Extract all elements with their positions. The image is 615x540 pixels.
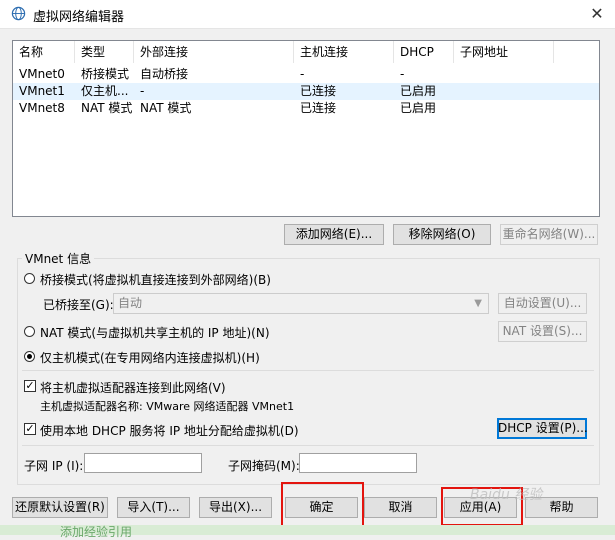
rename-network-button[interactable]: 重命名网络(W)...	[500, 224, 598, 245]
host-only-mode-radio[interactable]	[24, 351, 35, 362]
bridged-mode-radio[interactable]	[24, 273, 35, 284]
divider	[22, 370, 594, 371]
cell-dhcp: 已启用	[400, 84, 437, 98]
bridged-to-select[interactable]: 自动 ▼	[113, 293, 489, 314]
table-row[interactable]: VMnet0 桥接模式 自动桥接 - -	[13, 66, 599, 83]
nat-settings-button[interactable]: NAT 设置(S)...	[498, 321, 587, 342]
column-header-host[interactable]: 主机连接	[294, 41, 394, 63]
subnet-mask-field[interactable]	[299, 453, 417, 473]
subnet-ip-field[interactable]	[84, 453, 202, 473]
cell-host: -	[300, 67, 305, 81]
column-header-subnet[interactable]: 子网地址	[454, 41, 554, 63]
highlight-box-ok	[281, 482, 364, 528]
close-icon[interactable]: ✕	[587, 4, 607, 24]
connect-adapter-checkbox[interactable]: ✓	[24, 380, 36, 392]
title-bar: 虚拟网络编辑器 ✕	[0, 0, 615, 29]
cell-dhcp: 已启用	[400, 101, 437, 115]
add-network-button[interactable]: 添加网络(E)...	[284, 224, 384, 245]
auto-settings-button[interactable]: 自动设置(U)...	[498, 293, 587, 314]
restore-defaults-button[interactable]: 还原默认设置(R)	[12, 497, 108, 518]
cell-external: NAT 模式	[140, 101, 192, 115]
column-header-external[interactable]: 外部连接	[134, 41, 294, 63]
cell-dhcp: -	[400, 67, 405, 81]
cell-host: 已连接	[300, 84, 337, 98]
remove-network-button[interactable]: 移除网络(O)	[393, 224, 491, 245]
adapter-name-text: 主机虚拟适配器名称: VMware 网络适配器 VMnet1	[40, 400, 295, 413]
globe-icon	[11, 6, 26, 21]
table-row[interactable]: VMnet8 NAT 模式 NAT 模式 已连接 已启用	[13, 100, 599, 117]
bottom-strip: 添加经验引用	[0, 525, 615, 539]
chevron-down-icon: ▼	[474, 298, 482, 309]
bridged-to-label: 已桥接至(G):	[43, 298, 114, 312]
dhcp-checkbox[interactable]: ✓	[24, 423, 36, 435]
host-only-mode-label[interactable]: 仅主机模式(在专用网络内连接虚拟机)(H)	[40, 349, 260, 366]
network-list-header: 名称 类型 外部连接 主机连接 DHCP 子网地址	[13, 41, 599, 63]
cell-name: VMnet0	[19, 67, 65, 81]
cell-type: 桥接模式	[81, 67, 130, 81]
cell-external: 自动桥接	[140, 67, 189, 81]
cell-external: -	[140, 84, 145, 98]
subnet-mask-label: 子网掩码(M):	[228, 459, 300, 473]
nat-mode-label[interactable]: NAT 模式(与虚拟机共享主机的 IP 地址)(N)	[40, 324, 270, 341]
connect-adapter-label[interactable]: 将主机虚拟适配器连接到此网络(V)	[40, 379, 226, 396]
network-list[interactable]: 名称 类型 外部连接 主机连接 DHCP 子网地址 VMnet0 桥接模式 自动…	[12, 40, 600, 217]
cancel-button[interactable]: 取消	[364, 497, 437, 518]
window-title: 虚拟网络编辑器	[33, 10, 125, 25]
bridged-mode-label[interactable]: 桥接模式(将虚拟机直接连接到外部网络)(B)	[40, 271, 271, 288]
column-header-name[interactable]: 名称	[13, 41, 75, 63]
table-row-selected[interactable]: VMnet1 仅主机... - 已连接 已启用	[13, 83, 599, 100]
column-header-dhcp[interactable]: DHCP	[394, 41, 454, 63]
import-button[interactable]: 导入(T)...	[117, 497, 190, 518]
cell-type: NAT 模式	[81, 101, 133, 115]
watermark: Baidu 经验	[470, 487, 543, 503]
bridged-to-value: 自动	[118, 296, 143, 310]
vmnet-info-label: VMnet 信息	[22, 250, 95, 267]
export-button[interactable]: 导出(X)...	[199, 497, 272, 518]
column-header-type[interactable]: 类型	[75, 41, 134, 63]
bottom-strip-text: 添加经验引用	[60, 525, 133, 539]
nat-mode-radio[interactable]	[24, 326, 35, 337]
cell-host: 已连接	[300, 101, 337, 115]
divider	[22, 445, 594, 446]
subnet-ip-label: 子网 IP (I):	[24, 459, 84, 473]
dhcp-settings-button[interactable]: DHCP 设置(P)...	[497, 418, 588, 439]
dhcp-label[interactable]: 使用本地 DHCP 服务将 IP 地址分配给虚拟机(D)	[40, 422, 299, 439]
cell-name: VMnet1	[19, 84, 65, 98]
cell-type: 仅主机...	[81, 84, 129, 98]
cell-name: VMnet8	[19, 101, 65, 115]
